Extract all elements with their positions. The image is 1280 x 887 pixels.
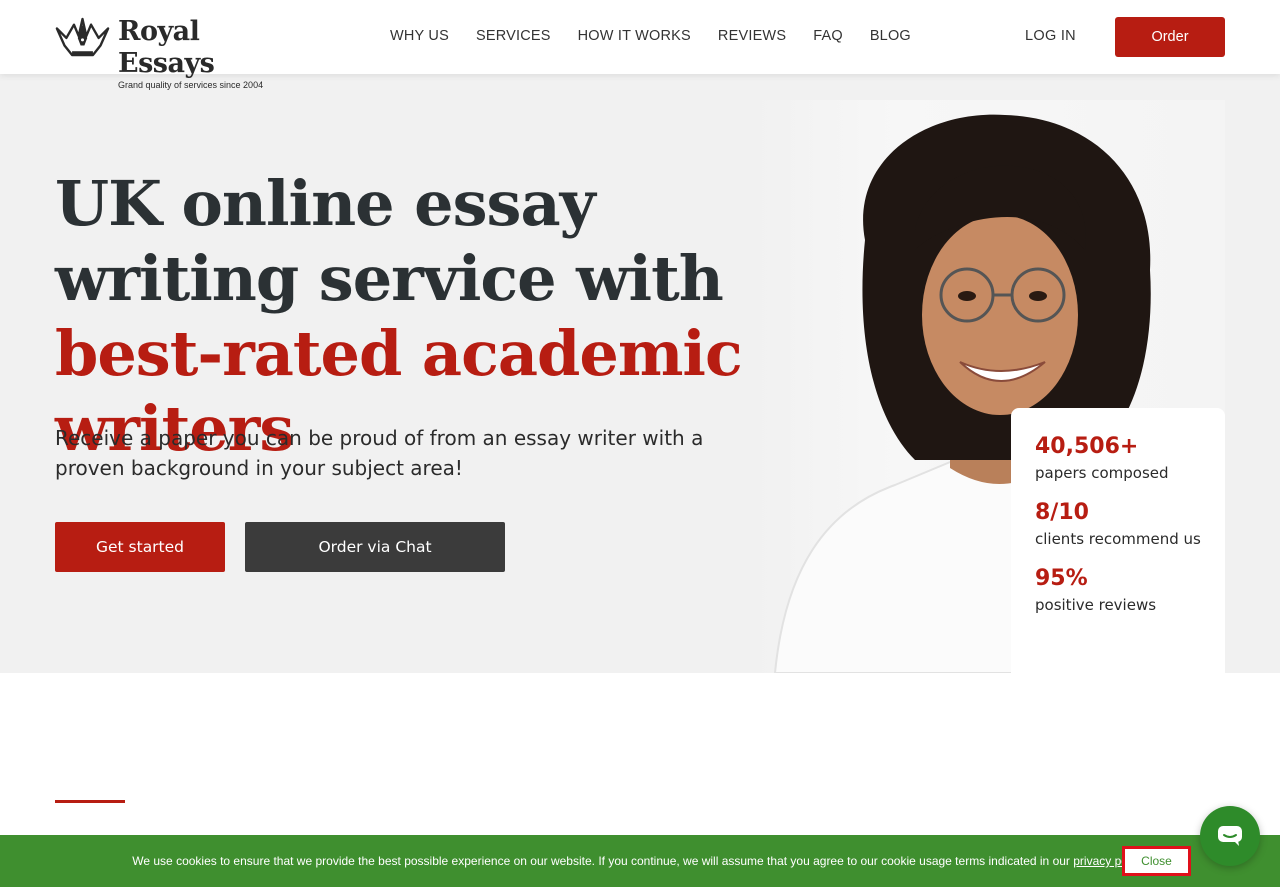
stat-label: positive reviews xyxy=(1035,596,1157,614)
crown-pen-icon xyxy=(55,17,110,57)
hero-subtitle: Receive a paper you can be proud of from… xyxy=(55,426,704,480)
section-divider xyxy=(55,800,125,803)
headline-main: UK online essay writing service with xyxy=(55,167,724,315)
main-nav: WHY US SERVICES HOW IT WORKS REVIEWS FAQ… xyxy=(390,28,938,44)
nav-item-blog[interactable]: BLOG xyxy=(870,28,911,44)
stat-value: 95% xyxy=(1035,566,1088,591)
nav-item-faq[interactable]: FAQ xyxy=(813,28,843,44)
nav-item-how-it-works[interactable]: HOW IT WORKS xyxy=(578,28,691,44)
chat-icon xyxy=(1218,826,1242,846)
cookie-close-button[interactable]: Close xyxy=(1122,846,1191,876)
cookie-text: We use cookies to ensure that we provide… xyxy=(132,854,1147,868)
login-link[interactable]: LOG IN xyxy=(1025,28,1076,44)
stat-recommend: 8/10 clients recommend us xyxy=(1035,498,1201,550)
hero-section: UK online essay writing service with bes… xyxy=(0,74,1280,673)
stat-reviews: 95% positive reviews xyxy=(1035,564,1201,616)
chat-widget-button[interactable] xyxy=(1200,806,1260,866)
hero-headline: UK online essay writing service with bes… xyxy=(55,166,775,466)
order-via-chat-button[interactable]: Order via Chat xyxy=(245,522,505,572)
brand-name: Royal Essays xyxy=(118,16,215,79)
brand-tagline: Grand quality of services since 2004 xyxy=(118,80,264,90)
stat-label: clients recommend us xyxy=(1035,530,1201,548)
nav-item-services[interactable]: SERVICES xyxy=(476,28,551,44)
site-header: Royal Essays Grand quality of services s… xyxy=(0,0,1280,90)
cookie-banner: We use cookies to ensure that we provide… xyxy=(0,835,1280,887)
stat-value: 40,506+ xyxy=(1035,434,1139,459)
nav-item-reviews[interactable]: REVIEWS xyxy=(718,28,786,44)
stats-card: 40,506+ papers composed 8/10 clients rec… xyxy=(1011,408,1225,673)
get-started-button[interactable]: Get started xyxy=(55,522,225,572)
stat-value: 8/10 xyxy=(1035,500,1089,525)
order-button[interactable]: Order xyxy=(1115,17,1225,57)
stat-papers: 40,506+ papers composed xyxy=(1035,432,1201,484)
cookie-message: We use cookies to ensure that we provide… xyxy=(132,854,1074,868)
stat-label: papers composed xyxy=(1035,464,1169,482)
nav-item-why-us[interactable]: WHY US xyxy=(390,28,449,44)
logo[interactable]: Royal Essays Grand quality of services s… xyxy=(55,16,295,90)
